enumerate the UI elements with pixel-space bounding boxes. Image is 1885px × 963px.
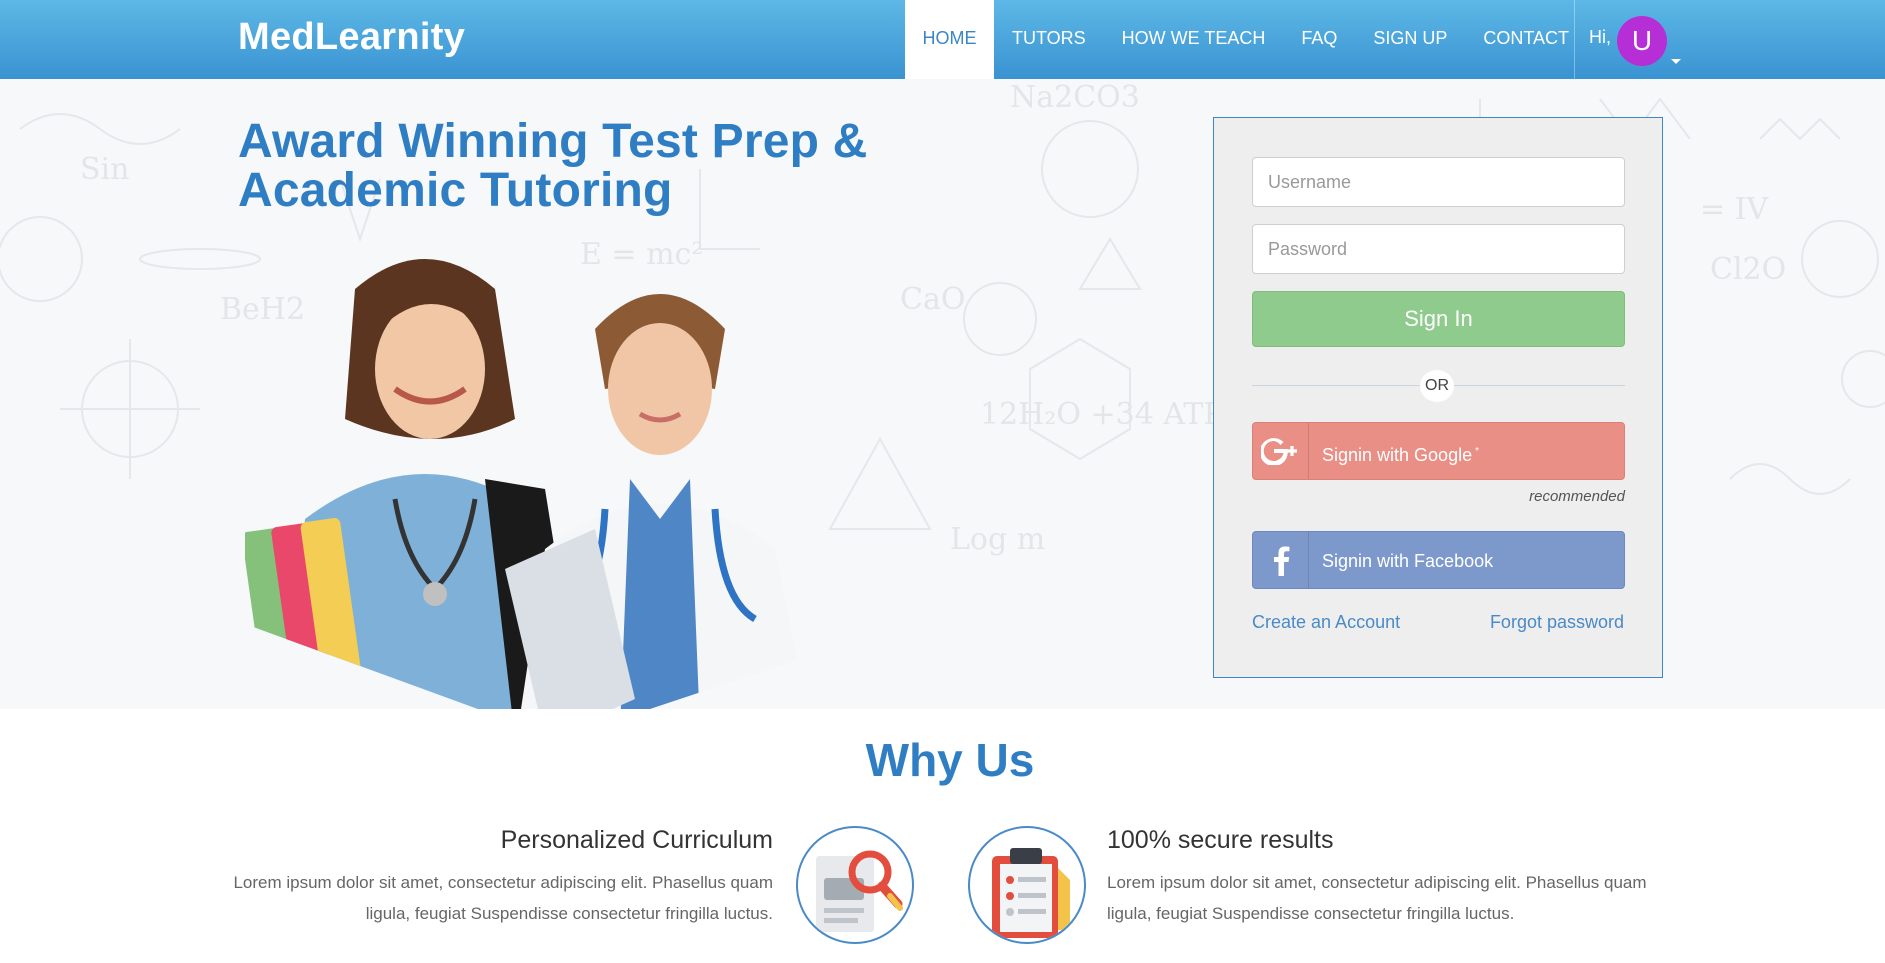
nav-sign-up[interactable]: SIGN UP [1355,0,1465,79]
feature-title: 100% secure results [1107,826,1334,854]
top-navbar: MedLearnity HOME TUTORS HOW WE TEACH FAQ… [0,0,1885,79]
user-menu-caret-icon[interactable] [1671,59,1681,64]
google-signin-button[interactable]: Signin with Google * [1252,422,1625,480]
feature-title: Personalized Curriculum [500,826,773,854]
nav-tutors[interactable]: TUTORS [994,0,1104,79]
nav-menu: HOME TUTORS HOW WE TEACH FAQ SIGN UP CON… [905,0,1587,79]
hero-title: Award Winning Test Prep & Academic Tutor… [238,115,868,217]
login-panel: Sign In OR Signin with Google* recommend… [1213,117,1663,678]
svg-text:Sin: Sin [80,152,129,187]
feature-text: Lorem ipsum dolor sit amet, consectetur … [1107,873,1647,923]
svg-text:CaO: CaO [900,282,965,317]
magnifier-document-icon [796,826,914,944]
nav-contact[interactable]: CONTACT [1465,0,1587,79]
nav-faq[interactable]: FAQ [1283,0,1355,79]
facebook-signin-button[interactable]: Signin with Facebook [1252,531,1625,589]
or-label: OR [1420,370,1454,402]
svg-text:= IV: = IV [1700,192,1770,227]
recommended-note: recommended [1529,488,1625,505]
password-input[interactable] [1252,224,1625,274]
brand-logo[interactable]: MedLearnity [238,16,465,59]
svg-text:Log m: Log m [950,522,1045,557]
facebook-icon [1253,532,1309,588]
google-signin-asterisk: * [1475,446,1479,457]
svg-text:Cl2O: Cl2O [1710,252,1786,287]
facebook-signin-label: Signin with Facebook [1322,551,1494,571]
forgot-password-link[interactable]: Forgot password [1490,612,1624,633]
nav-how-we-teach[interactable]: HOW WE TEACH [1104,0,1284,79]
user-greeting: Hi, [1589,27,1611,47]
svg-text:Na2CO3: Na2CO3 [1010,80,1140,115]
students-photo [245,259,815,709]
svg-text:12H₂O +34 ATP: 12H₂O +34 ATP [980,397,1224,432]
feature-text: Lorem ipsum dolor sit amet, consectetur … [233,873,773,923]
sign-in-button[interactable]: Sign In [1252,291,1625,347]
username-input[interactable] [1252,157,1625,207]
user-avatar[interactable]: U [1617,16,1667,66]
why-us-heading: Why Us [865,734,1035,786]
nav-home[interactable]: HOME [905,0,994,79]
create-account-link[interactable]: Create an Account [1252,612,1400,633]
clipboard-checklist-icon [968,826,1086,944]
google-signin-label: Signin with Google * [1322,445,1479,465]
google-plus-icon [1253,423,1309,479]
nav-divider [1574,0,1575,79]
